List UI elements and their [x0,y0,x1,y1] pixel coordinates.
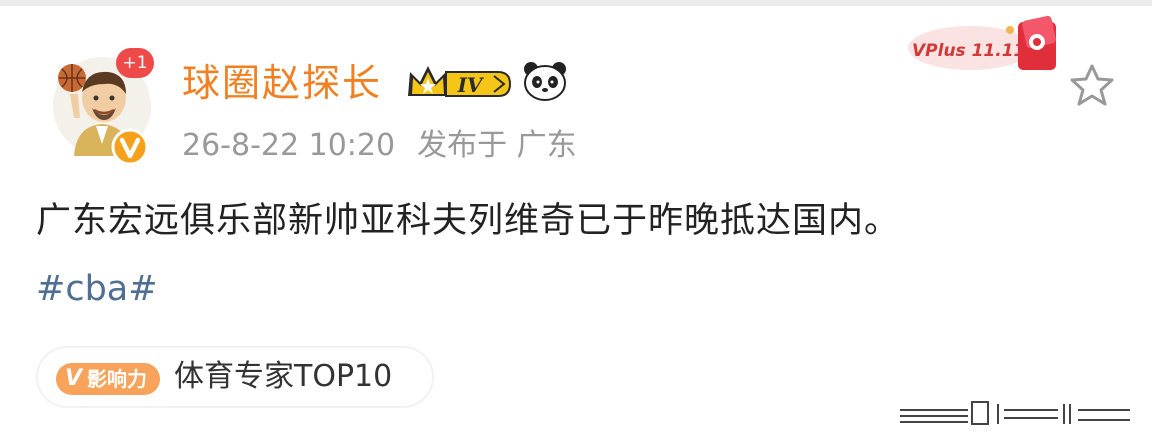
verified-v-icon [111,128,149,166]
post-content: 广东宏远俱乐部新帅亚科夫列维奇已于昨晚抵达国内。 [36,201,901,241]
influence-badge-v: V [65,366,83,391]
post-meta: 26-8-22 10:20 发布于 广东 [182,126,577,166]
plus-one-badge: +1 [116,48,154,78]
influence-chip[interactable]: V 影响力 体育专家TOP10 [36,346,434,408]
influence-badge: V 影响力 [56,363,160,395]
username[interactable]: 球圈赵探长 [182,60,382,106]
vplus-text: VPlus 11.11 [912,41,1025,61]
level-text: IV [457,73,485,97]
influence-badge-text: 影响力 [87,367,147,391]
panda-icon [522,60,568,106]
star-icon[interactable] [1068,62,1116,112]
vplus-promo-icon[interactable]: VPlus 11.11 [906,12,1066,82]
crown-level-badge: IV [406,60,514,106]
watermark-icon [898,398,1138,432]
topic-hashtag[interactable]: #cba# [36,266,158,312]
influence-label: 体育专家TOP10 [174,359,393,394]
post-location: 发布于 广东 [417,128,577,163]
post-date: 26-8-22 10:20 [182,128,396,163]
